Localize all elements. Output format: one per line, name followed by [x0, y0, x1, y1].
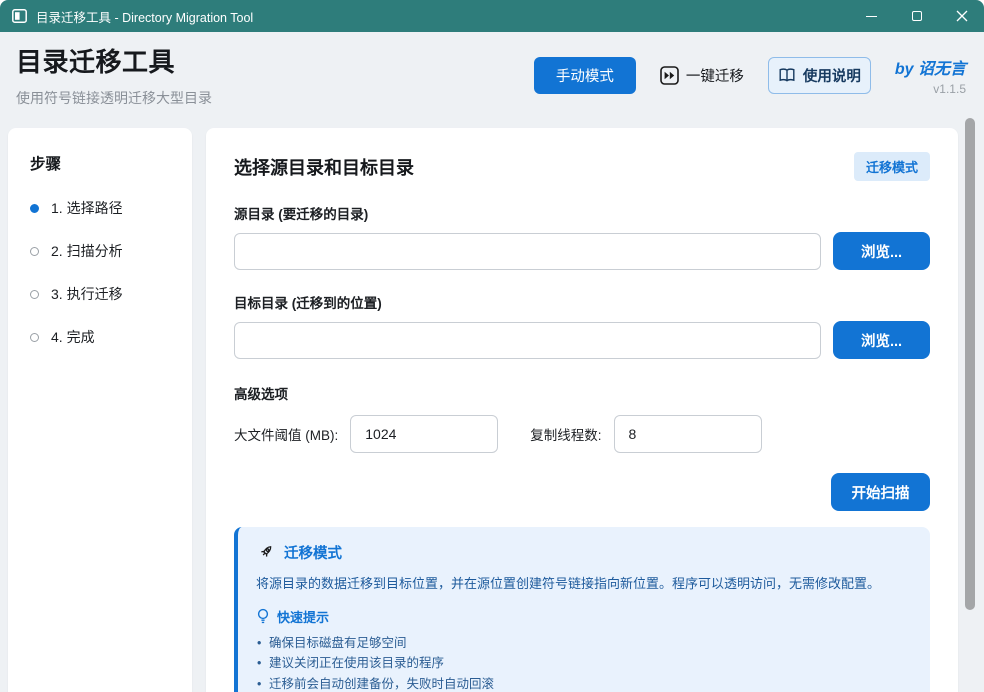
threshold-label: 大文件阈值 (MB):: [234, 424, 338, 444]
main-panel: 选择源目录和目标目录 迁移模式 源目录 (要迁移的目录) 浏览... 目标目录 …: [206, 128, 958, 692]
one-click-migrate-label: 一键迁移: [686, 65, 744, 86]
step-label: 2. 扫描分析: [51, 241, 123, 261]
steps-title: 步骤: [30, 152, 170, 174]
info-box-title: 迁移模式: [284, 542, 342, 563]
info-box: 迁移模式 将源目录的数据迁移到目标位置，并在源位置创建符号链接指向新位置。程序可…: [234, 527, 930, 692]
header: 目录迁移工具 使用符号链接透明迁移大型目录 手动模式 一键迁移 使用说明 by: [0, 32, 984, 122]
app-icon: [12, 9, 27, 23]
minimize-button[interactable]: [849, 0, 894, 32]
step-bullet: [30, 290, 39, 299]
target-directory-input[interactable]: [234, 322, 821, 359]
threads-label: 复制线程数:: [530, 424, 601, 444]
help-button[interactable]: 使用说明: [768, 57, 871, 94]
steps-sidebar: 步骤 1. 选择路径 2. 扫描分析 3. 执行迁移 4. 完成: [8, 128, 192, 692]
window-title: 目录迁移工具 - Directory Migration Tool: [36, 7, 253, 26]
maximize-icon: [912, 11, 922, 21]
step-item-scan-analyze[interactable]: 2. 扫描分析: [30, 241, 170, 261]
start-scan-button[interactable]: 开始扫描: [831, 473, 930, 511]
page-title: 目录迁移工具: [16, 42, 212, 79]
step-label: 3. 执行迁移: [51, 284, 123, 304]
manual-mode-button[interactable]: 手动模式: [534, 57, 636, 94]
close-icon: [956, 10, 968, 22]
help-button-label: 使用说明: [803, 65, 861, 86]
tip-item: 建议关闭正在使用该目录的程序: [256, 653, 912, 674]
step-bullet-active: [30, 204, 39, 213]
step-label: 4. 完成: [51, 327, 95, 347]
step-label: 1. 选择路径: [51, 198, 123, 218]
one-click-migrate-button[interactable]: 一键迁移: [660, 65, 744, 86]
scrollbar[interactable]: [964, 116, 976, 656]
threshold-input[interactable]: [350, 415, 498, 453]
step-bullet: [30, 247, 39, 256]
source-directory-input[interactable]: [234, 233, 821, 270]
step-item-select-path[interactable]: 1. 选择路径: [30, 198, 170, 218]
tip-item: 迁移前会自动创建备份，失败时自动回滚: [256, 674, 912, 692]
version-label: v1.1.5: [895, 82, 966, 96]
app-window: 目录迁移工具 - Directory Migration Tool 目录迁移工具…: [0, 0, 984, 692]
scrollbar-thumb[interactable]: [965, 118, 975, 610]
tip-item: 确保目标磁盘有足够空间: [256, 633, 912, 654]
page-subtitle: 使用符号链接透明迁移大型目录: [16, 88, 212, 108]
info-box-description: 将源目录的数据迁移到目标位置，并在源位置创建符号链接指向新位置。程序可以透明访问…: [256, 574, 912, 594]
tips-list: 确保目标磁盘有足够空间 建议关闭正在使用该目录的程序 迁移前会自动创建备份，失败…: [256, 633, 912, 692]
step-item-complete[interactable]: 4. 完成: [30, 327, 170, 347]
panel-title: 选择源目录和目标目录: [234, 154, 414, 180]
lightbulb-icon: [256, 608, 270, 625]
close-button[interactable]: [939, 0, 984, 32]
fast-forward-icon: [660, 66, 679, 85]
maximize-button[interactable]: [894, 0, 939, 32]
target-directory-label: 目标目录 (迁移到的位置): [234, 292, 930, 312]
threads-input[interactable]: [614, 415, 762, 453]
content-area: 步骤 1. 选择路径 2. 扫描分析 3. 执行迁移 4. 完成 选择源目录和目…: [0, 122, 984, 692]
advanced-options-title: 高级选项: [234, 383, 930, 403]
mode-badge: 迁移模式: [854, 152, 930, 181]
minimize-icon: [866, 16, 877, 17]
step-bullet: [30, 333, 39, 342]
tips-title: 快速提示: [277, 607, 329, 626]
book-icon: [778, 67, 796, 83]
step-item-execute-migration[interactable]: 3. 执行迁移: [30, 284, 170, 304]
browse-target-button[interactable]: 浏览...: [833, 321, 930, 359]
browse-source-button[interactable]: 浏览...: [833, 232, 930, 270]
rocket-icon: [256, 543, 275, 562]
source-directory-label: 源目录 (要迁移的目录): [234, 203, 930, 223]
author-signature: by 诏无言: [895, 55, 966, 79]
titlebar: 目录迁移工具 - Directory Migration Tool: [0, 0, 984, 32]
